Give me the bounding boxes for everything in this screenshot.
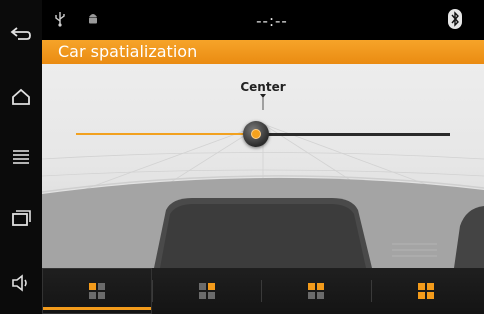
car-interior-scene: Center xyxy=(42,64,484,268)
back-icon xyxy=(10,27,31,40)
slider-thumb-dot xyxy=(251,129,261,139)
recent-apps-icon xyxy=(12,210,31,226)
tab-divider xyxy=(152,280,153,302)
tab-front-right[interactable] xyxy=(152,268,262,314)
quadrant-grid-icon xyxy=(89,283,105,299)
tab-rear-left[interactable] xyxy=(261,268,371,314)
quadrant-grid-icon xyxy=(418,283,434,299)
bluetooth-icon xyxy=(448,9,462,29)
title-bar: Car spatialization xyxy=(42,40,484,64)
android-debug-icon xyxy=(89,14,97,24)
home-icon xyxy=(12,88,30,105)
recent-apps-button[interactable] xyxy=(6,203,36,233)
menu-icon xyxy=(13,150,29,164)
quadrant-grid-icon xyxy=(308,283,324,299)
center-marker-icon xyxy=(260,94,266,110)
quadrant-grid-icon xyxy=(199,283,215,299)
status-bar: --:-- xyxy=(42,0,484,40)
balance-slider[interactable] xyxy=(76,121,450,147)
menu-button[interactable] xyxy=(6,142,36,172)
usb-icon xyxy=(55,12,65,27)
slider-thumb[interactable] xyxy=(243,121,269,147)
home-button[interactable] xyxy=(6,82,36,112)
slider-position-label: Center xyxy=(240,80,286,94)
tab-divider xyxy=(371,280,372,302)
back-button[interactable] xyxy=(6,19,36,49)
speaker-tab-bar xyxy=(42,268,484,314)
slider-track-filled xyxy=(76,133,256,135)
tab-rear-right[interactable] xyxy=(371,268,481,314)
volume-icon xyxy=(12,274,27,292)
tab-front-left[interactable] xyxy=(42,268,152,314)
status-clock: --:-- xyxy=(256,12,288,30)
slider-track-empty xyxy=(256,133,450,136)
navigation-bar xyxy=(0,0,43,314)
tab-divider xyxy=(261,280,262,302)
volume-button[interactable] xyxy=(6,268,36,298)
page-title: Car spatialization xyxy=(58,42,198,61)
